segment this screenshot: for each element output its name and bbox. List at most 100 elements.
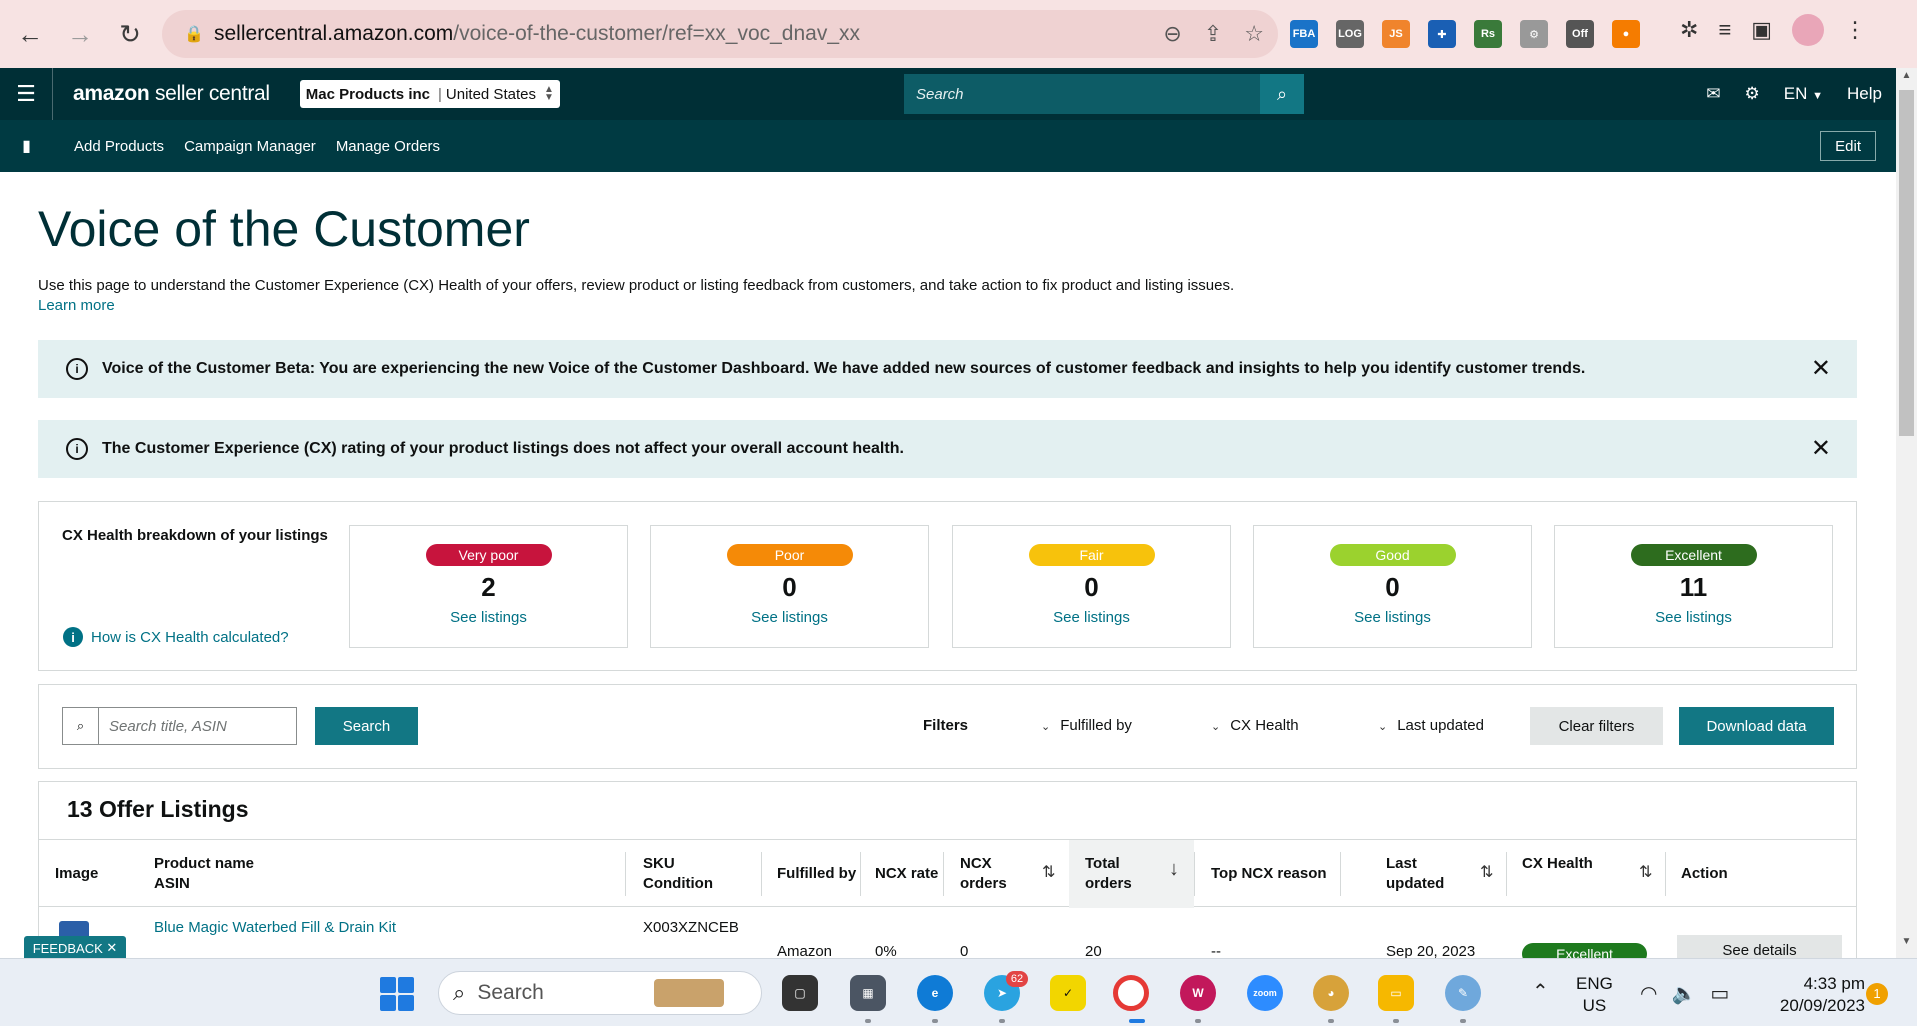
feedback-tab[interactable]: FEEDBACK ✕ [24,936,126,960]
off-extension-icon[interactable]: Off [1566,20,1594,48]
scroll-down-arrow-icon[interactable]: ▼ [1896,936,1917,956]
chrome-browser-icon[interactable] [1113,975,1149,1011]
kebab-menu-icon[interactable]: ⋮ [1844,17,1866,43]
header-search-input[interactable]: Search [916,86,1260,103]
col-last-updated[interactable]: Last updated [1386,854,1444,894]
col-total-orders[interactable]: Total orders [1085,854,1132,894]
reload-icon[interactable]: ↻ [110,14,150,54]
product-name-link[interactable]: Blue Magic Waterbed Fill & Drain Kit [154,919,396,936]
listing-search-input[interactable]: Search title, ASIN [109,718,227,735]
search-highlight-image [653,979,724,1007]
search-button[interactable]: Search [315,707,418,745]
see-listings-link[interactable]: See listings [350,609,627,626]
file-explorer-icon[interactable]: ▭ [1378,975,1414,1011]
clear-filters-button[interactable]: Clear filters [1530,707,1663,745]
sticky-notes-icon[interactable]: ✓ [1050,975,1086,1011]
helper-extension-icon[interactable]: ✚ [1428,20,1456,48]
side-panel-icon[interactable]: ▣ [1751,17,1772,43]
bookmark-star-icon[interactable]: ☆ [1244,21,1264,47]
wps-office-icon[interactable]: W [1180,975,1216,1011]
nav-add-products[interactable]: Add Products [74,138,164,155]
sort-icon[interactable]: ⇅ [1480,862,1493,882]
account-switcher[interactable]: Mac Products inc | United States ▲ ▼ [299,80,560,108]
info-icon: i [63,627,83,647]
edit-nav-button[interactable]: Edit [1820,131,1876,161]
edge-browser-icon[interactable]: e [917,975,953,1011]
seller-central-logo[interactable]: amazon seller central [73,82,270,106]
page-scrollbar[interactable]: ▲ ▼ [1896,68,1917,958]
mascot-app-icon[interactable]: ◕ [1313,975,1349,1011]
share-icon[interactable]: ⇪ [1204,21,1222,47]
taskbar-clock[interactable]: 4:33 pm 20/09/2023 [1755,973,1865,1017]
col-fulfilled-by[interactable]: Fulfilled by [777,864,856,884]
calculator-icon[interactable]: ▦ [850,975,886,1011]
nav-manage-orders[interactable]: Manage Orders [336,138,440,155]
speaker-icon[interactable]: 🔈 [1671,981,1696,1006]
back-arrow-icon[interactable]: ← [10,14,50,54]
learn-more-link[interactable]: Learn more [38,297,115,314]
sort-icon[interactable]: ⇅ [1042,862,1055,882]
col-cx-health[interactable]: CX Health [1522,854,1593,874]
see-listings-link[interactable]: See listings [953,609,1230,626]
col-sku[interactable]: SKU Condition [643,854,713,894]
address-bar[interactable]: 🔒 sellercentral.amazon.com/voice-of-the-… [162,10,1278,58]
paint-icon[interactable]: ✎ [1445,975,1481,1011]
cx-health-dropdown[interactable]: ⌄ CX Health [1211,717,1299,734]
cx-count: 0 [1084,572,1099,602]
search-icon[interactable]: ⌕ [1260,74,1304,114]
nav-campaign-manager[interactable]: Campaign Manager [184,138,316,155]
col-top-ncx-reason[interactable]: Top NCX reason [1211,864,1327,884]
windows-start-icon[interactable] [380,977,414,1011]
see-listings-link[interactable]: See listings [651,609,928,626]
task-view-icon[interactable]: ▢ [782,975,818,1011]
battery-icon[interactable]: ▭ [1710,981,1729,1006]
see-listings-link[interactable]: See listings [1555,609,1832,626]
scroll-up-arrow-icon[interactable]: ▲ [1896,70,1917,90]
puzzle-extensions-icon[interactable]: ✲ [1680,17,1698,43]
beta-alert-text: Voice of the Customer Beta: You are expe… [102,360,1586,377]
forward-arrow-icon[interactable]: → [60,14,100,54]
close-icon[interactable]: ✕ [1811,354,1831,383]
scrollbar-thumb[interactable] [1899,90,1914,436]
notification-badge[interactable]: 1 [1866,983,1888,1005]
help-link[interactable]: Help [1847,84,1882,104]
gear-extension-icon[interactable]: ⚙ [1520,20,1548,48]
zoom-icon[interactable]: zoom [1247,975,1283,1011]
rs-extension-icon[interactable]: Rs [1474,20,1502,48]
up-down-chevron-icon: ▲ ▼ [543,84,554,103]
col-product-name[interactable]: Product name ASIN [154,854,254,894]
chevron-up-icon[interactable]: ⌃ [1532,979,1549,1004]
profile-avatar[interactable] [1792,14,1825,46]
fba-extension-icon[interactable]: FBA [1290,20,1318,48]
url-text[interactable]: sellercentral.amazon.com/voice-of-the-cu… [214,22,860,46]
see-listings-link[interactable]: See listings [1254,609,1531,626]
input-language[interactable]: ENG US [1576,973,1613,1017]
last-updated-dropdown[interactable]: ⌄ Last updated [1378,717,1484,734]
zoom-out-icon[interactable]: ⊖ [1163,21,1181,47]
col-ncx-rate[interactable]: NCX rate [875,864,938,884]
taskbar-search[interactable]: ⌕ Search [438,971,762,1015]
last-updated-value: Sep 20, 2023 [1386,943,1476,958]
close-icon[interactable]: ✕ [1811,434,1831,463]
cx-health-badge: Excellent [1522,943,1647,958]
sort-descending-icon[interactable]: ↓ [1169,858,1179,881]
download-data-button[interactable]: Download data [1679,707,1834,745]
sort-icon[interactable]: ⇅ [1639,862,1652,882]
close-icon[interactable]: ✕ [106,940,117,956]
col-ncx-orders[interactable]: NCX orders [960,854,1007,894]
cx-health-how-link[interactable]: i How is CX Health calculated? [63,627,289,647]
see-details-button[interactable]: See details [1677,935,1842,958]
language-selector[interactable]: EN ▼ [1784,84,1823,104]
telegram-badge: 62 [1006,971,1028,987]
wifi-icon[interactable]: ◠ [1640,981,1657,1006]
cx-card-fair: Fair 0 See listings [952,525,1231,648]
media-queue-icon[interactable]: ≡ [1718,17,1731,43]
circle-extension-icon[interactable]: ● [1612,20,1640,48]
hamburger-menu-icon[interactable]: ☰ [0,68,53,120]
login-extension-icon[interactable]: LOG [1336,20,1364,48]
fulfilled-by-dropdown[interactable]: ⌄ Fulfilled by [1041,717,1132,734]
js-extension-icon[interactable]: JS [1382,20,1410,48]
bookmark-icon[interactable]: ▮ [0,136,53,156]
gear-icon[interactable]: ⚙ [1745,84,1760,104]
mail-icon[interactable]: ✉ [1706,84,1720,104]
